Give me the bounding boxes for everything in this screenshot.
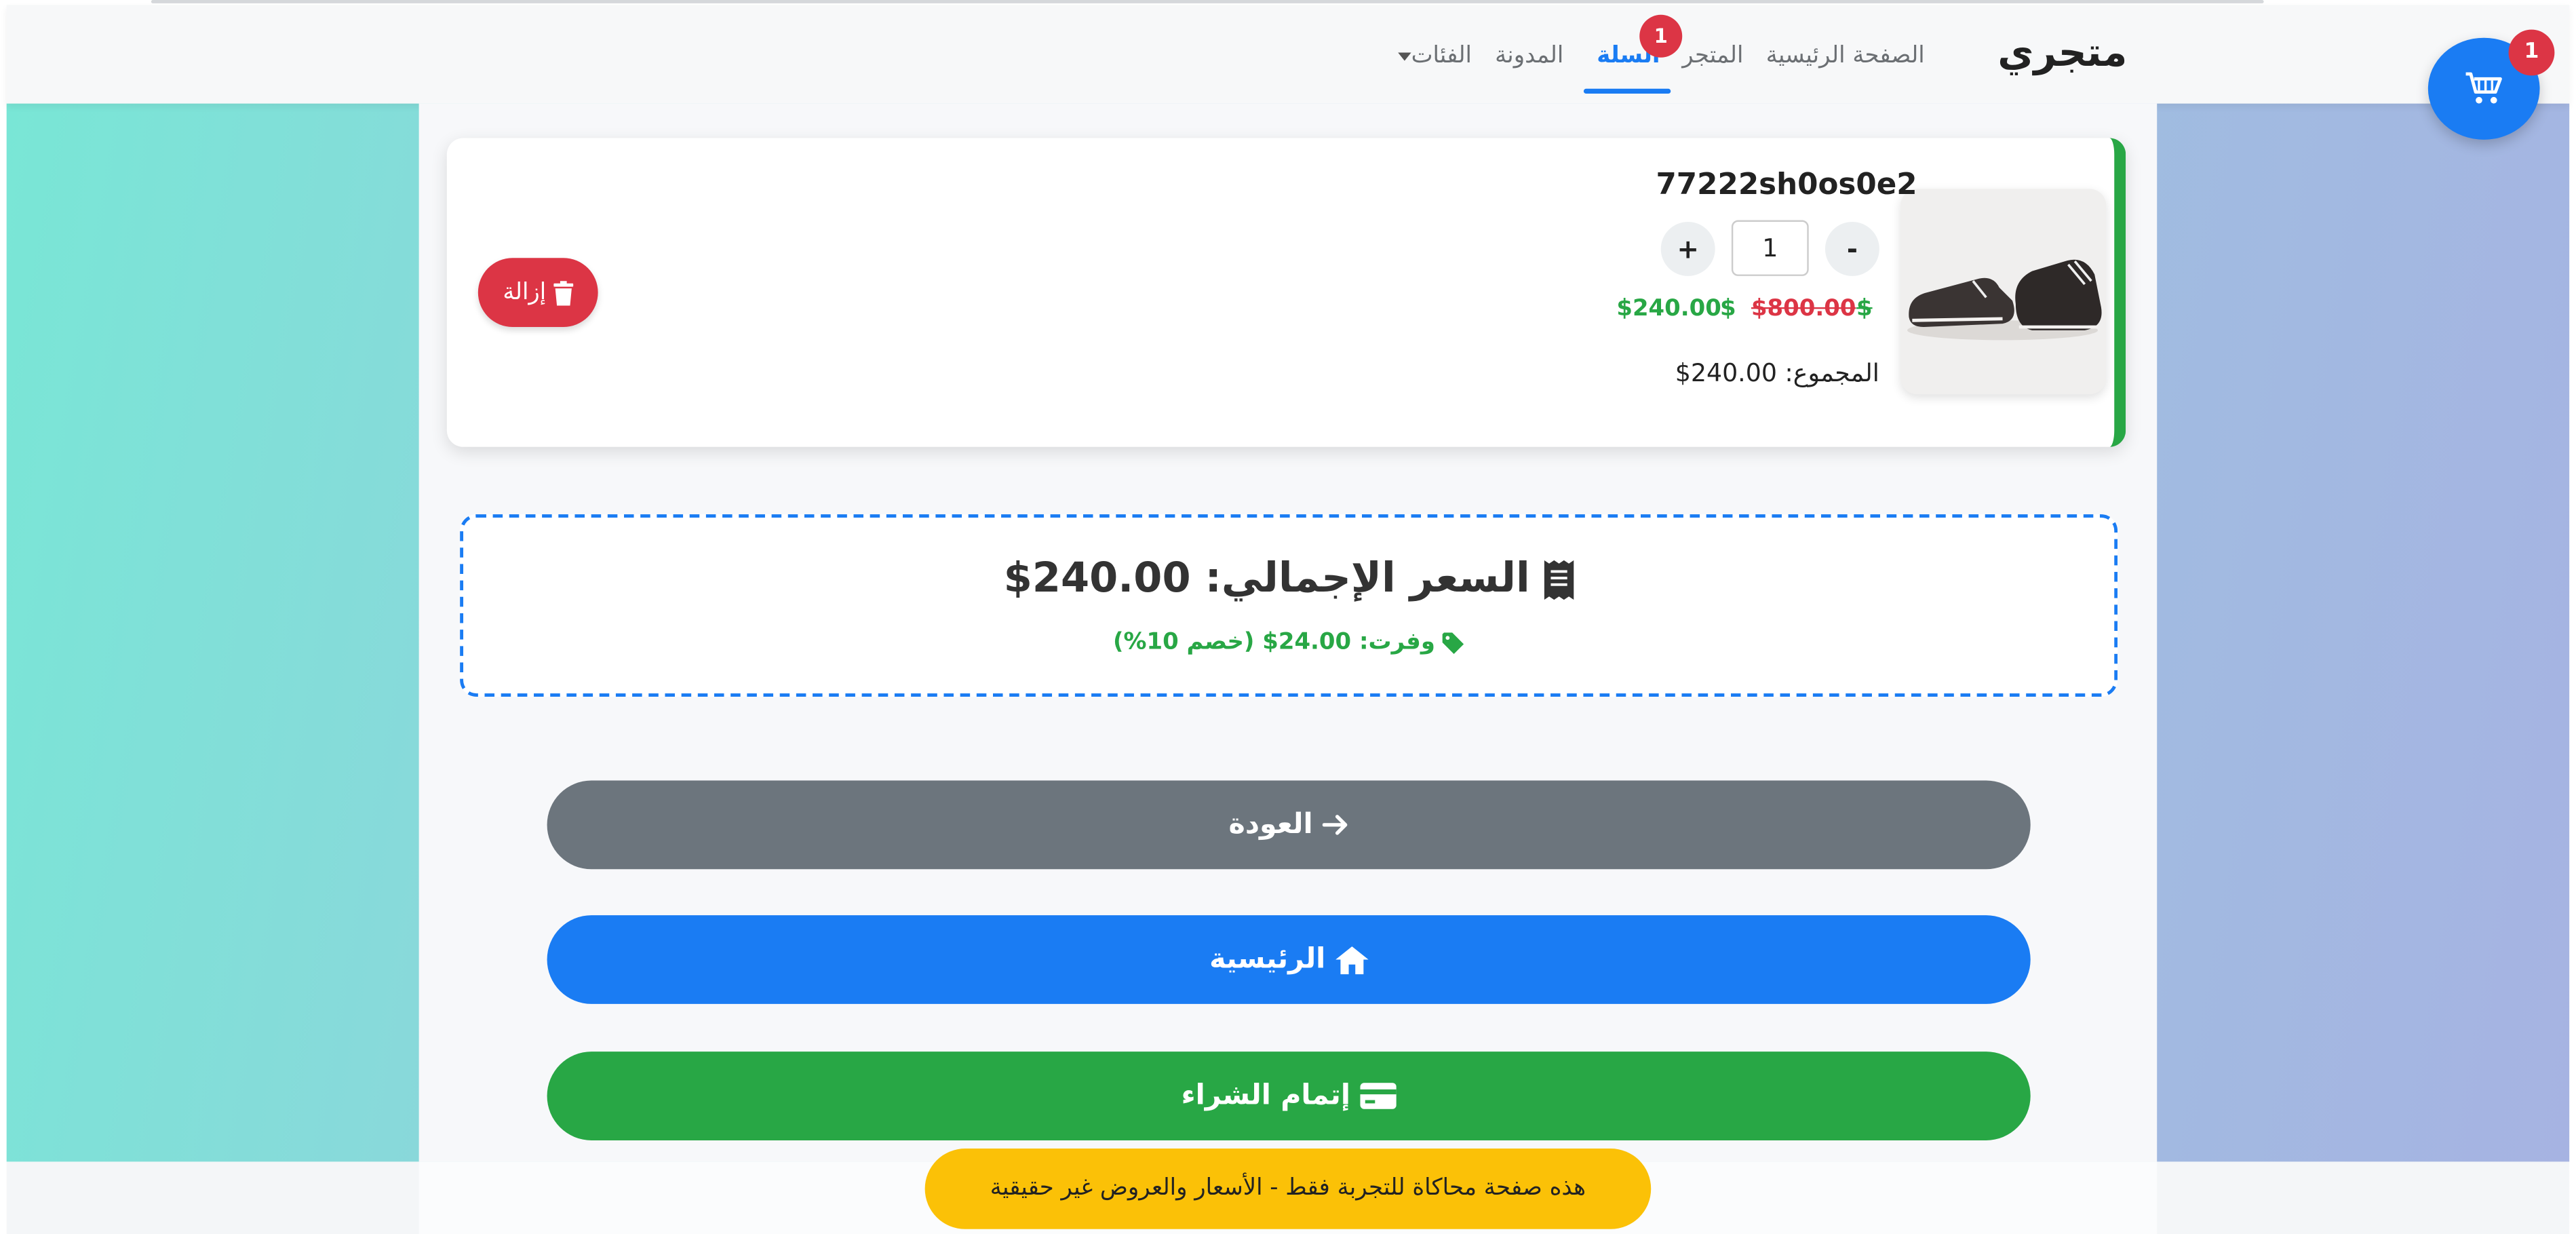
nav-blog[interactable]: المدونة [1495,43,1563,69]
top-scroll-line [151,0,2264,3]
nav-home[interactable]: الصفحة الرئيسية [1766,43,1925,69]
old-price-currency-icon: $ [1856,295,1873,322]
checkout-button-label: إتمام الشراء [1181,1079,1351,1113]
old-price: $800.00 [1751,295,1856,322]
savings-line: وفرت: 24.00$ (خصم 10%) [460,629,2118,656]
nav-store[interactable]: المتجر [1682,43,1743,69]
home-button-label: الرئيسية [1209,943,1326,976]
remove-item-label: إزالة [503,279,547,306]
cart-count-badge: 1 [1639,14,1683,58]
tag-icon [1443,632,1465,653]
quantity-decrease-button[interactable]: - [1824,221,1879,276]
dollar-icon: $ [1719,295,1736,322]
discounted-price: $240.00 [1616,295,1721,322]
demo-notice-banner: هذه صفحة محاكاة للتجربة فقط - الأسعار وا… [924,1149,1652,1229]
grand-total: السعر الإجمالي: 240.00$ [460,554,2118,601]
nav-active-indicator [1583,88,1671,94]
home-icon [1335,945,1369,974]
quantity-input[interactable] [1731,220,1809,276]
navbar [6,5,2570,104]
credit-card-icon [1360,1083,1397,1109]
nav-categories-label: الفئات [1411,42,1472,69]
shoes-image [1907,259,2102,341]
line-total: المجموع: 240.00$ [1675,358,1879,388]
trash-icon [553,279,574,305]
grand-total-text: السعر الإجمالي: 240.00$ [1003,554,1530,602]
remove-item-button[interactable]: إزالة [477,258,598,327]
brand-logo[interactable]: متجري [1997,30,2127,76]
receipt-icon [1544,560,1574,600]
chevron-down-icon [1398,52,1411,60]
cart-item-name: 77222sh0os0e2 [1656,168,1917,202]
floating-cart-badge: 1 [2508,29,2555,76]
back-button-label: العودة [1228,808,1313,842]
order-summary-box [460,514,2118,697]
arrow-right-icon [1322,815,1348,835]
product-image [1900,189,2107,395]
checkout-button[interactable]: إتمام الشراء [547,1052,2031,1140]
home-button[interactable]: الرئيسية [547,915,2031,1004]
nav-categories-dropdown[interactable]: الفئات [1394,43,1472,69]
savings-text: وفرت: 24.00$ (خصم 10%) [1112,629,1435,656]
page: متجري الصفحة الرئيسية المتجر السلة 1 الم… [0,0,2576,1234]
quantity-increase-button[interactable]: + [1660,221,1715,276]
shopping-cart-icon [2465,72,2502,104]
back-button[interactable]: العودة [547,780,2031,870]
